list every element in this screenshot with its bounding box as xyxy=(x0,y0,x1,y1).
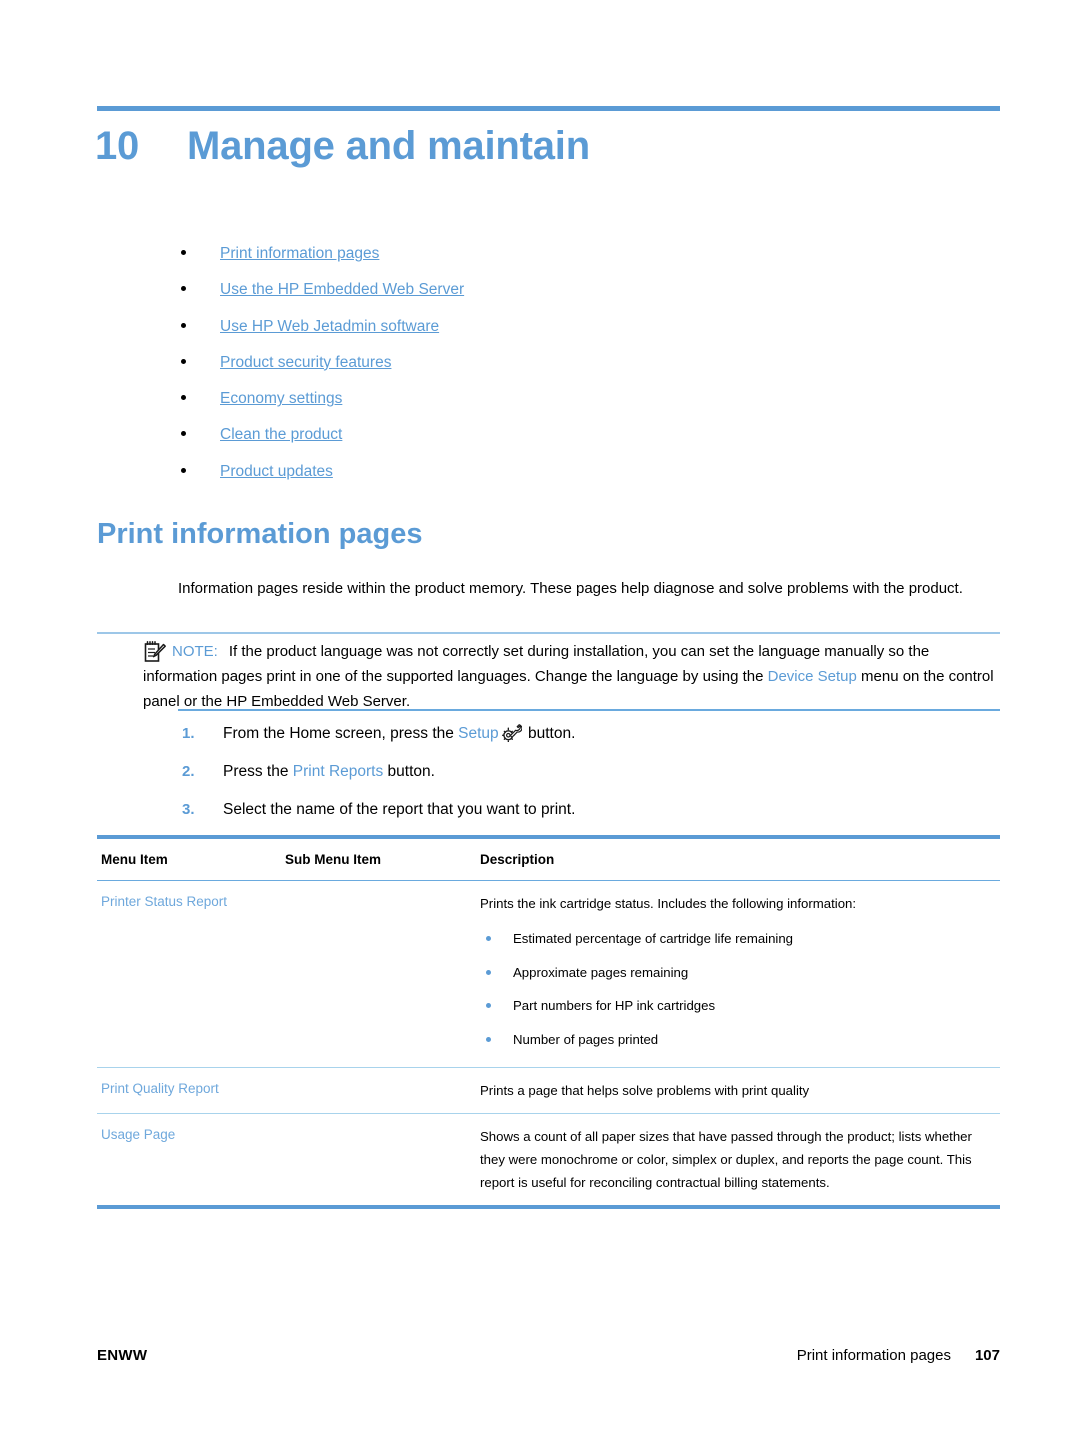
cell-description: Prints the ink cartridge status. Include… xyxy=(480,881,1000,1067)
list-item[interactable]: Print information pages xyxy=(178,243,978,279)
cell-menu-item: Usage Page xyxy=(101,1126,176,1142)
cell-sub-menu-item xyxy=(285,1114,480,1205)
chapter-toc-list: Print information pages Use the HP Embed… xyxy=(178,243,978,497)
page-title: 10 Manage and maintain xyxy=(95,124,1000,169)
toc-link-product-updates[interactable]: Product updates xyxy=(220,463,333,480)
step-text-part2: button. xyxy=(523,725,576,742)
toc-link-product-security-features[interactable]: Product security features xyxy=(220,354,391,371)
bullet-icon xyxy=(181,467,186,473)
column-header-sub-menu-item: Sub Menu Item xyxy=(285,852,382,867)
cell-description-text: Prints the ink cartridge status. Include… xyxy=(480,896,857,911)
step-text-part2: button. xyxy=(383,763,435,780)
step-number: 1. xyxy=(182,725,195,742)
bullet-text: Approximate pages remaining xyxy=(513,964,689,980)
toc-link-print-information-pages[interactable]: Print information pages xyxy=(220,245,379,262)
bullet-icon xyxy=(486,969,491,975)
list-item[interactable]: Product updates xyxy=(178,461,978,497)
step-item-1: 1. From the Home screen, press the Setup… xyxy=(178,722,978,760)
bullet-text: Number of pages printed xyxy=(513,1031,659,1047)
list-item[interactable]: Economy settings xyxy=(178,388,978,424)
description-bullet-list: Estimated percentage of cartridge life r… xyxy=(480,929,992,1050)
numbered-steps-list: 1. From the Home screen, press the Setup… xyxy=(178,722,978,836)
toc-link-economy-settings[interactable]: Economy settings xyxy=(220,390,342,407)
bullet-text: Estimated percentage of cartridge life r… xyxy=(513,931,794,946)
table-row: Usage Page Shows a count of all paper si… xyxy=(97,1114,1000,1205)
list-item[interactable]: Product security features xyxy=(178,352,978,388)
note-bottom-rule xyxy=(178,709,1000,711)
step-number: 3. xyxy=(182,801,195,818)
bullet-icon xyxy=(181,322,186,328)
bullet-icon xyxy=(181,395,186,401)
toc-link-use-the-hp-embedded-web-server[interactable]: Use the HP Embedded Web Server xyxy=(220,281,464,298)
column-header-menu-item: Menu Item xyxy=(101,852,168,867)
toc-link-use-hp-web-jetadmin-software[interactable]: Use HP Web Jetadmin software xyxy=(220,318,439,335)
bullet-icon xyxy=(181,358,186,364)
list-item[interactable]: Use the HP Embedded Web Server xyxy=(178,279,978,315)
cell-description: Shows a count of all paper sizes that ha… xyxy=(480,1128,972,1190)
chapter-title-text: Manage and maintain xyxy=(187,124,590,168)
page-top-rule xyxy=(97,106,1000,111)
step-text-part1: Press the xyxy=(223,763,293,780)
step-item-2: 2. Press the Print Reports button. xyxy=(178,760,978,798)
bullet-icon xyxy=(181,250,186,255)
cell-description: Prints a page that helps solve problems … xyxy=(480,1082,810,1098)
bullet-icon xyxy=(486,936,491,941)
bullet-icon xyxy=(486,1003,491,1008)
column-header-description: Description xyxy=(480,852,555,867)
step-number: 2. xyxy=(182,763,195,780)
table-header-row: Menu Item Sub Menu Item Description xyxy=(97,839,1000,881)
list-item: Estimated percentage of cartridge life r… xyxy=(480,929,992,949)
table-row: Print Quality Report Prints a page that … xyxy=(97,1068,1000,1114)
list-item: Part numbers for HP ink cartridges xyxy=(480,996,992,1016)
list-item: Number of pages printed xyxy=(480,1030,992,1050)
note-top-rule xyxy=(97,632,1000,634)
note-pad-pencil-icon xyxy=(143,640,167,664)
list-item[interactable]: Clean the product xyxy=(178,424,978,460)
table-bottom-rule xyxy=(97,1204,1000,1209)
cell-sub-menu-item xyxy=(285,881,480,1067)
cell-menu-item: Printer Status Report xyxy=(101,894,228,909)
table-row: Printer Status Report Prints the ink car… xyxy=(97,881,1000,1068)
footer-locale: ENWW xyxy=(97,1347,148,1364)
cell-menu-item: Print Quality Report xyxy=(101,1080,219,1096)
document-page: 10 Manage and maintain Print information … xyxy=(0,0,1080,1437)
footer-page-number: 107 xyxy=(974,1347,1000,1364)
bullet-icon xyxy=(486,1036,491,1042)
note-label: NOTE: xyxy=(172,643,218,660)
bullet-icon xyxy=(181,286,186,292)
list-item[interactable]: Use HP Web Jetadmin software xyxy=(178,316,978,352)
bullet-icon xyxy=(181,431,186,437)
step-text-part1: From the Home screen, press the xyxy=(223,725,459,742)
reports-table: Menu Item Sub Menu Item Description Prin… xyxy=(97,835,1000,1209)
note-ui-term: Device Setup xyxy=(767,668,857,685)
list-item: Approximate pages remaining xyxy=(480,963,992,983)
section-heading: Print information pages xyxy=(97,518,423,550)
step-ui-term-setup: Setup xyxy=(458,725,499,742)
toc-link-clean-the-product[interactable]: Clean the product xyxy=(220,426,342,443)
bullet-text: Part numbers for HP ink cartridges xyxy=(513,998,716,1013)
step-item-3: 3. Select the name of the report that yo… xyxy=(178,798,978,836)
wrench-gear-icon xyxy=(501,723,523,743)
footer-section-title: Print information pages xyxy=(796,1347,951,1364)
footer-right: Print information pages 107 xyxy=(797,1347,1000,1364)
step-text-part1: Select the name of the report that you w… xyxy=(223,801,576,818)
chapter-number: 10 xyxy=(95,124,140,168)
cell-sub-menu-item xyxy=(285,1068,480,1113)
intro-paragraph: Information pages reside within the prod… xyxy=(178,580,963,597)
step-ui-term-print-reports: Print Reports xyxy=(292,763,384,780)
note-block: NOTE: If the product language was not cor… xyxy=(143,639,1001,714)
